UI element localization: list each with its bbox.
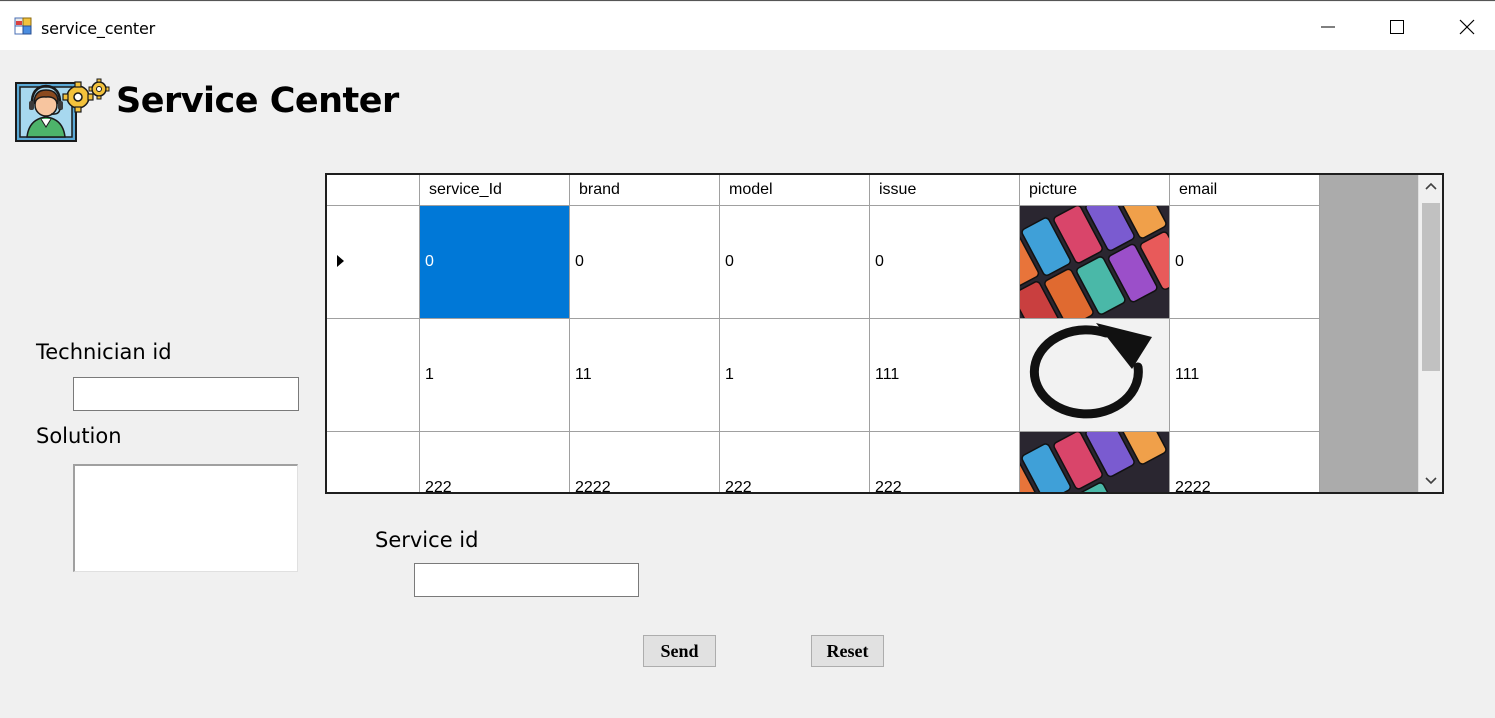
cell-model[interactable]: 0 [720, 206, 870, 319]
service-data-grid[interactable]: service_Id brand model issue picture ema… [325, 173, 1444, 494]
technician-id-label: Technician id [36, 340, 172, 364]
technician-support-icon [15, 77, 111, 143]
column-header-issue[interactable]: issue [870, 175, 1020, 206]
close-button[interactable] [1432, 3, 1495, 51]
scroll-thumb[interactable] [1422, 203, 1440, 371]
row-header[interactable] [327, 432, 420, 492]
cell-brand[interactable]: 0 [570, 206, 720, 319]
scroll-down-button[interactable] [1419, 470, 1442, 492]
cell-picture[interactable] [1020, 319, 1170, 432]
cell-email[interactable]: 0 [1170, 206, 1320, 319]
grid-corner-header[interactable] [327, 175, 420, 206]
cell-model[interactable]: 1 [720, 319, 870, 432]
title-bar: service_center [0, 2, 1495, 50]
table-row[interactable]: 222 2222 222 222 2222 [327, 432, 1322, 492]
page-title: Service Center [116, 81, 399, 121]
cell-email[interactable]: 2222 [1170, 432, 1320, 492]
column-header-email[interactable]: email [1170, 175, 1320, 206]
reset-button[interactable]: Reset [811, 635, 884, 667]
cell-brand[interactable]: 11 [570, 319, 720, 432]
cell-service-id[interactable]: 1 [420, 319, 570, 432]
table-row[interactable]: 1 11 1 111 111 [327, 319, 1322, 432]
row-header[interactable] [327, 319, 420, 432]
close-icon [1459, 19, 1475, 35]
row-header[interactable] [327, 206, 420, 319]
solution-label: Solution [36, 424, 122, 448]
service-id-label: Service id [375, 528, 479, 552]
column-header-model[interactable]: model [720, 175, 870, 206]
cell-issue[interactable]: 222 [870, 432, 1020, 492]
technician-id-input[interactable] [73, 377, 299, 411]
column-header-service-id[interactable]: service_Id [420, 175, 570, 206]
chevron-up-icon [1425, 182, 1437, 190]
minimize-icon [1321, 26, 1335, 28]
minimize-button[interactable] [1293, 3, 1363, 51]
cell-service-id[interactable]: 222 [420, 432, 570, 492]
scroll-up-button[interactable] [1419, 175, 1442, 197]
app-window: service_center Service Center Technician… [0, 0, 1495, 718]
maximize-button[interactable] [1362, 3, 1432, 51]
column-header-picture[interactable]: picture [1020, 175, 1170, 206]
grid-vertical-scrollbar[interactable] [1418, 175, 1442, 492]
cell-picture[interactable] [1020, 432, 1170, 492]
cell-model[interactable]: 222 [720, 432, 870, 492]
chevron-down-icon [1425, 477, 1437, 485]
current-row-arrow-icon [337, 255, 344, 267]
cell-issue[interactable]: 0 [870, 206, 1020, 319]
phones-photo-image [1020, 432, 1169, 492]
send-button[interactable]: Send [643, 635, 716, 667]
grid-header-row: service_Id brand model issue picture ema… [327, 175, 1322, 206]
phones-photo-image [1020, 206, 1169, 318]
solution-textarea[interactable] [73, 464, 298, 572]
cell-email[interactable]: 111 [1170, 319, 1320, 432]
column-header-brand[interactable]: brand [570, 175, 720, 206]
cell-issue[interactable]: 111 [870, 319, 1020, 432]
app-icon [14, 17, 32, 35]
grid-viewport: service_Id brand model issue picture ema… [327, 175, 1322, 492]
maximize-icon [1390, 20, 1404, 34]
cell-picture[interactable] [1020, 206, 1170, 319]
table-row[interactable]: 0 0 0 0 0 [327, 206, 1322, 319]
reload-icon [1020, 319, 1169, 431]
window-title: service_center [41, 19, 155, 38]
service-id-input[interactable] [414, 563, 639, 597]
cell-service-id[interactable]: 0 [420, 206, 570, 319]
cell-brand[interactable]: 2222 [570, 432, 720, 492]
